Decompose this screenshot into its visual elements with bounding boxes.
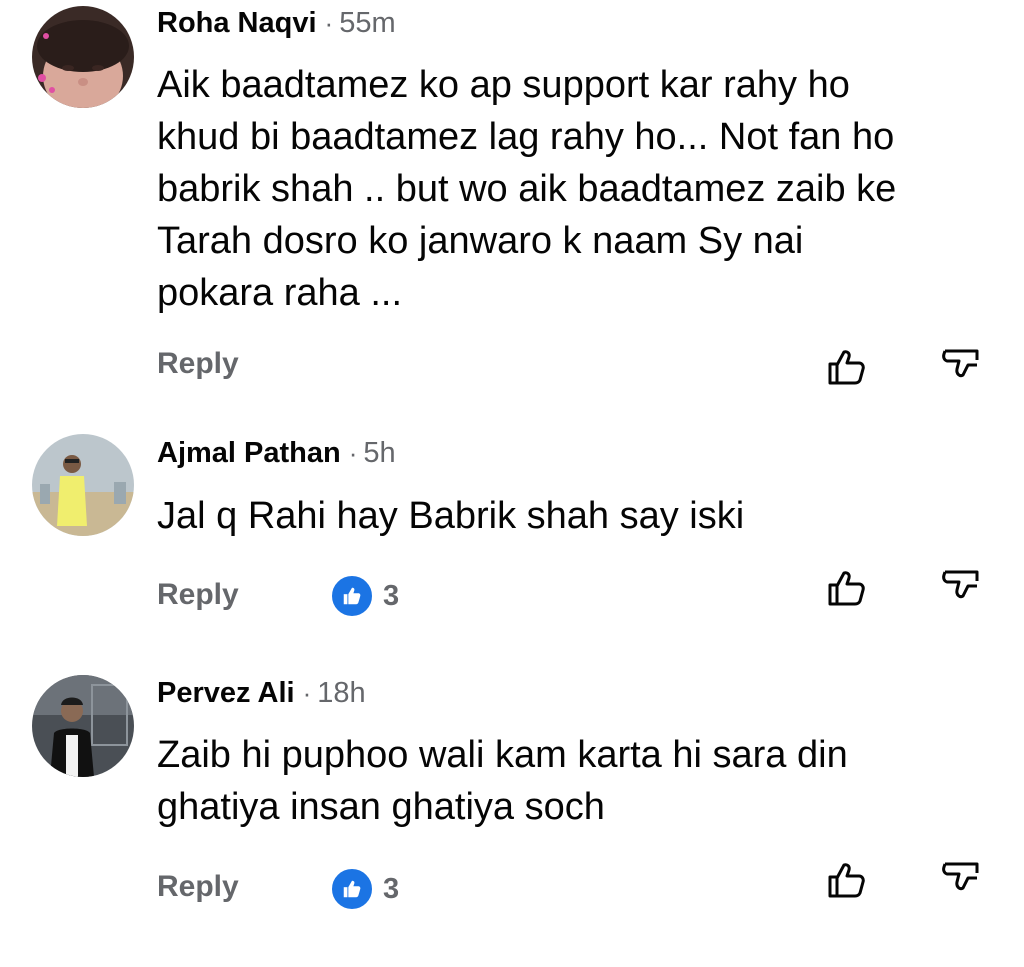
thumbs-up-icon (828, 863, 865, 898)
downvote-button[interactable] (941, 860, 981, 900)
thumbs-down-icon (942, 862, 979, 891)
comment-header: Pervez Ali · 18h (157, 677, 366, 710)
upvote-button[interactable] (826, 860, 866, 900)
author-name[interactable]: Pervez Ali (157, 677, 295, 710)
separator-dot: · (302, 678, 312, 708)
timestamp[interactable]: 18h (317, 677, 365, 710)
reply-button[interactable]: Reply (157, 870, 239, 904)
like-reaction-icon (330, 867, 374, 911)
avatar[interactable] (32, 675, 134, 777)
comment-text: Zaib hi puphoo wali kam karta hi sara di… (157, 734, 848, 828)
comment-item: Pervez Ali · 18h Zaib hi puphoo wali kam… (0, 0, 1024, 940)
like-count: 3 (383, 872, 400, 905)
reaction-summary[interactable]: 3 (330, 867, 399, 911)
man-photo-icon (32, 675, 134, 777)
